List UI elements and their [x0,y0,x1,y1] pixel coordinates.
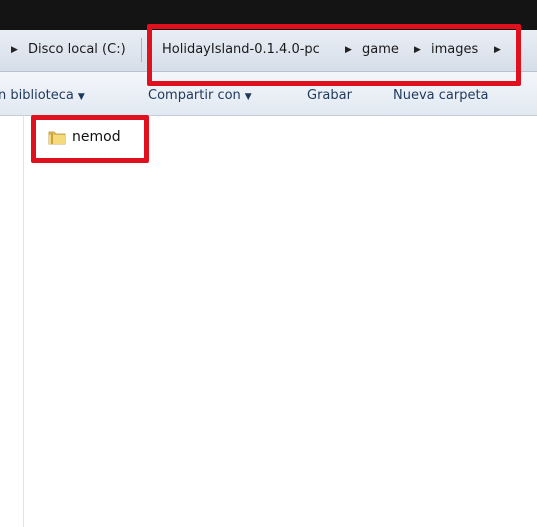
command-bar: n biblioteca ▼ Compartir con ▼ Grabar Nuev… [0,72,537,116]
window-title-bar [0,0,537,30]
dropdown-arrow-icon: ▼ [244,92,252,102]
navigation-pane-divider [23,116,24,527]
breadcrumb-item-holidayisland[interactable]: HolidayIsland-0.1.4.0-pc [162,39,320,61]
breadcrumb-divider [141,38,142,62]
breadcrumb-arrow-icon[interactable]: ▶ [414,39,421,61]
folder-icon [48,131,66,145]
dropdown-arrow-icon: ▼ [77,92,85,102]
folder-name: nemod [72,129,121,145]
breadcrumb-item-images[interactable]: images [431,39,478,61]
include-in-library-button[interactable]: n biblioteca ▼ [0,86,85,106]
new-folder-button[interactable]: Nueva carpeta [393,86,489,106]
breadcrumb-arrow-icon[interactable]: ▶ [345,39,352,61]
breadcrumb-item-game[interactable]: game [362,39,399,61]
address-bar[interactable]: ▶ Disco local (C:) HolidayIsland-0.1.4.0… [0,30,537,72]
folder-item-nemod[interactable]: nemod [48,126,121,148]
burn-button[interactable]: Grabar [307,86,352,106]
file-list-pane[interactable] [0,116,537,527]
share-label: Compartir con [148,88,241,103]
share-with-button[interactable]: Compartir con ▼ [148,86,252,106]
breadcrumb-arrow-icon[interactable]: ▶ [11,39,18,61]
breadcrumb-arrow-icon[interactable]: ▶ [494,39,501,61]
library-label: n biblioteca [0,88,74,103]
breadcrumb-item-disk[interactable]: Disco local (C:) [28,39,126,61]
